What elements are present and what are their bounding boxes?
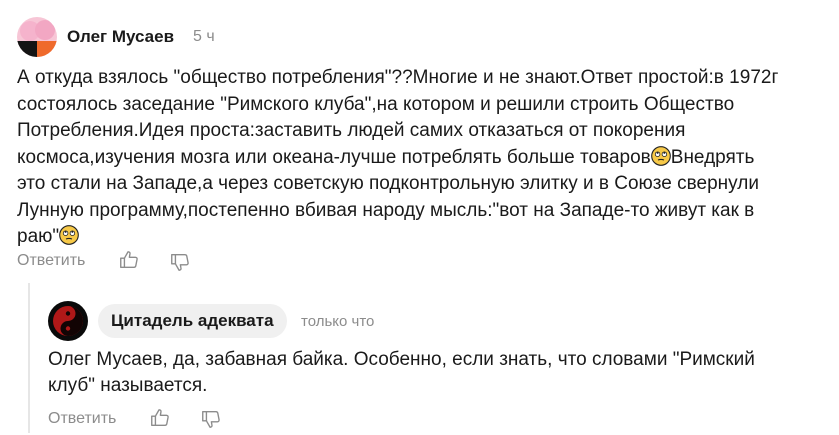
- reply-button[interactable]: Ответить: [48, 410, 116, 428]
- thumbs-up-icon[interactable]: [149, 407, 171, 429]
- comment-text: А откуда взялось "общество потребления"?…: [17, 65, 817, 251]
- thumbs-up-icon[interactable]: [118, 249, 140, 271]
- thumbs-down-icon[interactable]: [200, 408, 222, 430]
- face-with-rolling-eyes-icon: [650, 145, 671, 166]
- comment-author[interactable]: Олег Мусаев: [67, 27, 174, 47]
- avatar[interactable]: [48, 301, 88, 341]
- reply-time: только что: [301, 313, 375, 330]
- reply-author[interactable]: Цитадель адеквата: [98, 304, 287, 338]
- comment-time: 5 ч: [193, 28, 215, 45]
- thread-line: [28, 283, 30, 433]
- face-with-rolling-eyes-icon: [59, 225, 79, 245]
- reply-text: Олег Мусаев, да, забавная байка. Особенн…: [48, 349, 755, 396]
- thumbs-down-icon[interactable]: [169, 251, 191, 273]
- reply-button[interactable]: Ответить: [17, 252, 85, 270]
- avatar[interactable]: [17, 17, 57, 57]
